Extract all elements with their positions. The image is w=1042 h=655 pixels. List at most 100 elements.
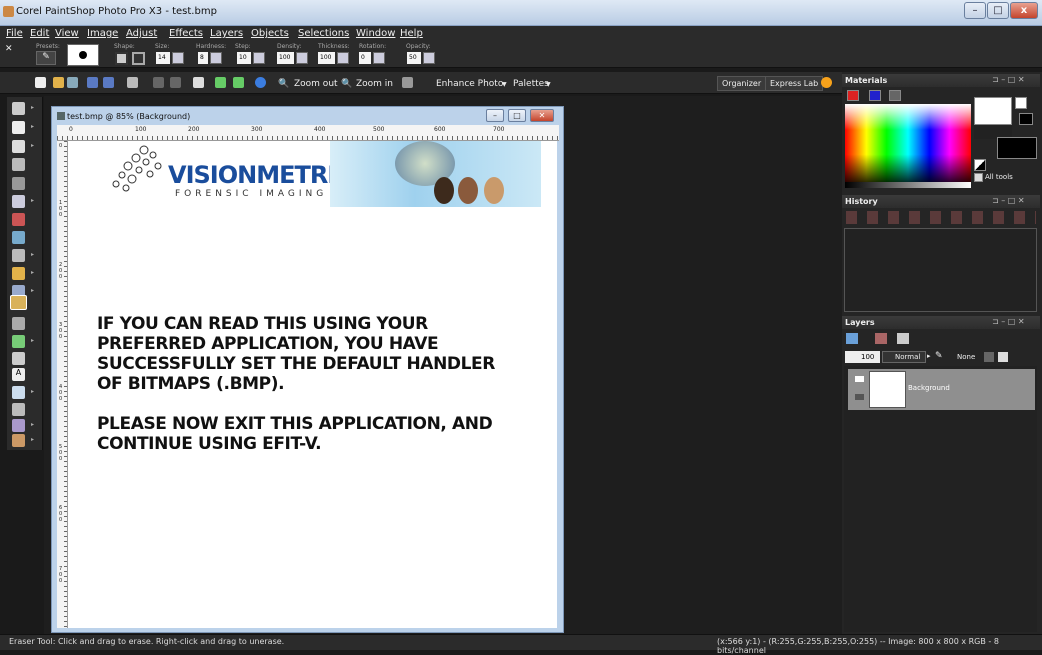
straighten-tool-chevron-icon[interactable]: ▸: [31, 197, 34, 204]
history-toolbar-icons[interactable]: [846, 211, 1036, 224]
density-spinner[interactable]: [296, 52, 308, 64]
brush-mask-icon[interactable]: ✎: [935, 351, 943, 361]
menu-layers[interactable]: Layers: [210, 28, 243, 39]
layer-opacity-field[interactable]: 100: [845, 351, 880, 363]
document-close-button[interactable]: ✕: [530, 109, 554, 122]
zoom-out-button[interactable]: Zoom out: [294, 79, 338, 89]
hardness-field[interactable]: 8: [198, 52, 208, 64]
foreground-color-swatch[interactable]: [974, 97, 1012, 125]
menu-effects[interactable]: Effects: [169, 28, 203, 39]
eraser-tool-icon[interactable]: [10, 295, 27, 310]
menu-help[interactable]: Help: [400, 28, 423, 39]
pan-tool-chevron-icon[interactable]: ▸: [31, 104, 34, 111]
size-field[interactable]: 14: [156, 52, 170, 64]
open-file-icon[interactable]: [53, 77, 64, 88]
crop-tool-icon[interactable]: [12, 177, 25, 190]
rainbow-tab-icon[interactable]: [869, 90, 881, 101]
screen-capture-icon[interactable]: [402, 77, 413, 88]
clone-tool-chevron-icon[interactable]: ▸: [31, 251, 34, 258]
density-field[interactable]: 100: [277, 52, 294, 64]
reset-colors-icon[interactable]: [974, 159, 986, 171]
zoom-in-button[interactable]: Zoom in: [356, 79, 393, 89]
zoom-out-icon[interactable]: 🔍: [278, 79, 289, 89]
new-layer-icon[interactable]: [846, 333, 858, 344]
background-eraser-tool-icon[interactable]: [12, 317, 25, 330]
history-list[interactable]: [844, 228, 1037, 312]
new-file-icon[interactable]: [35, 77, 46, 88]
palettes-menu[interactable]: Palettes: [513, 79, 549, 89]
rotate-left-icon[interactable]: [215, 77, 226, 88]
preset-shape-tool-icon[interactable]: [12, 386, 25, 399]
presets-dropdown[interactable]: ✎: [36, 51, 56, 65]
pick-tool-chevron-icon[interactable]: ▸: [31, 123, 34, 130]
warp-brush-tool-chevron-icon[interactable]: ▸: [31, 421, 34, 428]
history-panel-controls[interactable]: ⊐ – □ ✕: [992, 196, 1025, 205]
text-tool-icon[interactable]: A: [12, 368, 25, 381]
maximize-button[interactable]: □: [987, 2, 1009, 19]
rotation-spinner[interactable]: [373, 52, 385, 64]
flood-fill-tool-icon[interactable]: [12, 335, 25, 348]
selection-tool-chevron-icon[interactable]: ▸: [31, 142, 34, 149]
info-icon[interactable]: [255, 77, 266, 88]
menu-file[interactable]: File: [6, 28, 23, 39]
save-as-icon[interactable]: [103, 77, 114, 88]
picture-tube-tool-icon[interactable]: [12, 352, 25, 365]
layers-panel-controls[interactable]: ⊐ – □ ✕: [992, 317, 1025, 326]
paint-brush-tool-chevron-icon[interactable]: ▸: [31, 269, 34, 276]
zoom-in-icon[interactable]: 🔍: [341, 79, 352, 89]
delete-layer-icon[interactable]: [875, 333, 887, 344]
menu-objects[interactable]: Objects: [251, 28, 289, 39]
browse-icon[interactable]: [67, 77, 78, 88]
layer-lock-icon[interactable]: [855, 394, 864, 400]
redo-icon[interactable]: [170, 77, 181, 88]
minimize-button[interactable]: –: [964, 2, 986, 19]
pick-tool-icon[interactable]: [12, 121, 25, 134]
document-maximize-button[interactable]: □: [508, 109, 526, 122]
all-tools-checkbox[interactable]: [974, 173, 983, 182]
layer-visibility-icon[interactable]: [855, 376, 864, 382]
menu-view[interactable]: View: [55, 28, 79, 39]
menu-window[interactable]: Window: [356, 28, 395, 39]
save-icon[interactable]: [87, 77, 98, 88]
menu-edit[interactable]: Edit: [30, 28, 49, 39]
pan-tool-icon[interactable]: [12, 102, 25, 115]
mesh-warp-tool-icon[interactable]: [12, 434, 25, 447]
rotation-field[interactable]: 0: [359, 52, 371, 64]
materials-panel-controls[interactable]: ⊐ – □ ✕: [992, 75, 1025, 84]
preset-shape-tool-chevron-icon[interactable]: ▸: [31, 388, 34, 395]
size-spinner[interactable]: [172, 52, 184, 64]
shape-round-button[interactable]: [115, 52, 128, 65]
layer-group-icon[interactable]: [984, 352, 994, 362]
makeover-tool-icon[interactable]: [12, 231, 25, 244]
mesh-warp-tool-chevron-icon[interactable]: ▸: [31, 436, 34, 443]
flood-fill-tool-chevron-icon[interactable]: ▸: [31, 337, 34, 344]
update-icon[interactable]: [821, 77, 832, 88]
warp-brush-tool-icon[interactable]: [12, 419, 25, 432]
image-info-icon[interactable]: [193, 77, 204, 88]
organizer-button[interactable]: Organizer: [717, 76, 767, 91]
document-minimize-button[interactable]: –: [486, 109, 504, 122]
lock-layer-icon[interactable]: [998, 352, 1008, 362]
pen-tool-icon[interactable]: [12, 403, 25, 416]
airbrush-tool-chevron-icon[interactable]: ▸: [31, 287, 34, 294]
blend-mode-select[interactable]: Normal: [882, 351, 926, 363]
thickness-field[interactable]: 100: [318, 52, 335, 64]
clone-tool-icon[interactable]: [12, 249, 25, 262]
step-field[interactable]: 10: [237, 52, 251, 64]
enhance-photo-menu[interactable]: Enhance Photo: [436, 79, 503, 89]
gray-ramp[interactable]: [845, 182, 971, 188]
opacity-spinner[interactable]: [423, 52, 435, 64]
thickness-spinner[interactable]: [337, 52, 349, 64]
menu-adjust[interactable]: Adjust: [126, 28, 157, 39]
palettes-chevron-icon[interactable]: ▼: [546, 81, 551, 88]
frame-tab-icon[interactable]: [847, 90, 859, 101]
red-eye-tool-icon[interactable]: [12, 213, 25, 226]
background-color-swatch[interactable]: [997, 137, 1037, 159]
rotate-right-icon[interactable]: [233, 77, 244, 88]
dropper-tool-icon[interactable]: [12, 158, 25, 171]
blend-mode-chevron-icon[interactable]: ▸: [927, 352, 931, 360]
close-button[interactable]: x: [1010, 2, 1038, 19]
close-palette-icon[interactable]: ✕: [5, 44, 13, 54]
swatches-tab-icon[interactable]: [889, 90, 901, 101]
menu-image[interactable]: Image: [87, 28, 118, 39]
